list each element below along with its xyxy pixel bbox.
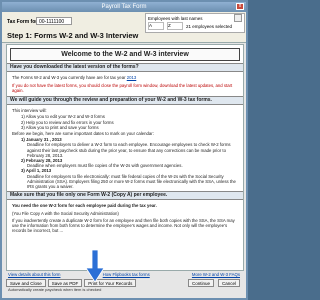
cancel-button[interactable]: Cancel <box>217 278 240 287</box>
section-download: Have you downloaded the latest version o… <box>7 63 243 73</box>
section-copy-a: Make sure that you file only one Form W-… <box>7 191 243 201</box>
ein-field[interactable]: 00-1111100 <box>36 17 72 25</box>
date-1-desc: Deadline for employers to deliver a W-2 … <box>27 142 231 158</box>
status-text: Automatically create paycheck when item … <box>8 287 102 292</box>
close-icon[interactable]: x <box>236 3 244 10</box>
window-title: Payroll Tax Form <box>101 4 147 10</box>
employee-filter: Employees with last names A Z 21 employe… <box>145 13 245 33</box>
version-line: The Forms W-2 and W-3 you currently have… <box>7 74 243 81</box>
copy-text-3: If you inadvertently create a duplicate … <box>12 217 235 234</box>
copy-text-2: (You File Copy A with the Social Securit… <box>12 210 119 216</box>
employee-range-row: A Z 21 employees selected <box>146 22 244 30</box>
save-pdf-button[interactable]: Save as PDF <box>47 278 83 287</box>
from-field[interactable]: A <box>148 22 164 30</box>
pointer-arrow-icon <box>86 250 104 282</box>
save-close-button[interactable]: Save and Close <box>6 278 46 287</box>
view-details-link[interactable]: View details about this form <box>8 271 60 278</box>
version-text: The Forms W-2 and W-3 you currently have… <box>12 75 126 81</box>
approved-forms-link[interactable]: How Flipbooks tax forms <box>103 271 150 278</box>
welcome-title: Welcome to the W-2 and W-3 interview <box>10 48 240 62</box>
to-field[interactable]: Z <box>167 22 183 30</box>
date-3-desc: Deadline for employers to file electroni… <box>27 173 236 190</box>
dates-intro: Before we begin, here are some important… <box>12 131 154 137</box>
step-title: Step 1: Forms W-2 and W-3 Interview <box>7 31 139 40</box>
title-bar: Payroll Tax Form x <box>2 2 246 12</box>
form-header: Tax Form for EIN 00-1111100 Employees wi… <box>2 12 246 43</box>
interview-intro: This interview will: <box>12 108 47 114</box>
employee-filter-label: Employees with last names <box>148 15 203 21</box>
employees-selected: 21 employees selected <box>186 23 233 29</box>
footer: View details about this form How Flipboo… <box>6 271 242 298</box>
continue-button[interactable]: Continue <box>187 278 214 287</box>
version-note: If you do not have the latest forms, you… <box>12 82 233 93</box>
button-bar: Save and Close Save as PDF Print for You… <box>6 278 242 287</box>
copy-text-1: You need the one W-2 form for each emplo… <box>12 203 157 209</box>
faq-link[interactable]: More W-2 and W-3 FAQs <box>192 271 240 278</box>
version-year-link[interactable]: 2013 <box>127 75 137 80</box>
filter-dropdown-icon[interactable] <box>234 14 242 22</box>
section-guide: We will guide you through the review and… <box>7 96 243 106</box>
footer-links: View details about this form How Flipboo… <box>6 271 242 278</box>
interview-content[interactable]: Welcome to the W-2 and W-3 interview Hav… <box>6 44 244 271</box>
employee-name-filter-row: Employees with last names <box>146 14 244 22</box>
tax-form-window: Payroll Tax Form x Tax Form for EIN 00-1… <box>0 0 248 300</box>
